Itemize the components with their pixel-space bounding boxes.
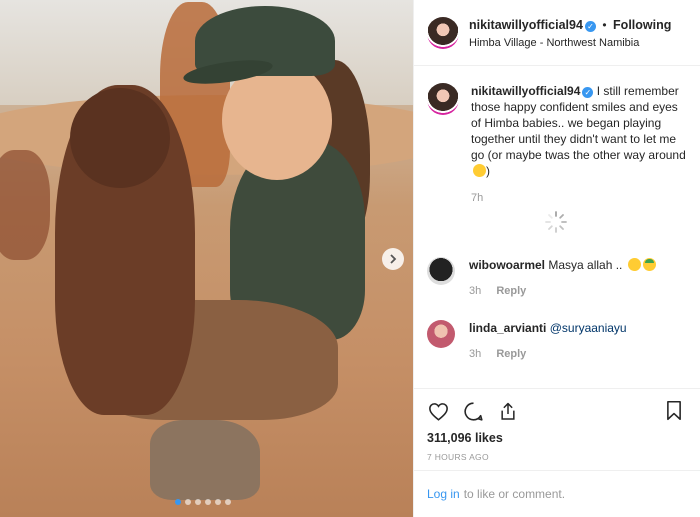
post-time-ago: 7 HOURS AGO bbox=[427, 452, 489, 462]
carousel-dot bbox=[225, 499, 231, 505]
sweat-smile-emoji bbox=[473, 164, 486, 177]
photo-boot bbox=[150, 420, 260, 500]
verified-badge-icon: ✓ bbox=[584, 21, 596, 32]
heart-icon bbox=[428, 402, 448, 421]
bookmark-icon bbox=[667, 400, 681, 421]
like-button[interactable] bbox=[427, 400, 449, 422]
loading-spinner-icon bbox=[545, 211, 567, 233]
carousel-dots bbox=[175, 499, 231, 505]
verified-badge-icon: ✓ bbox=[582, 87, 594, 98]
author-avatar[interactable] bbox=[427, 16, 459, 49]
login-prompt-text: to like or comment. bbox=[463, 487, 566, 501]
caption-username[interactable]: nikitawillyofficial94 bbox=[471, 84, 580, 98]
commenter-username[interactable]: linda_arvianti bbox=[469, 321, 546, 335]
photo-child-head bbox=[70, 88, 170, 188]
post-caption: nikitawillyofficial94 ✓ I still remember … bbox=[427, 83, 686, 179]
reply-button[interactable]: Reply bbox=[496, 285, 526, 297]
smile-with-cap-emoji bbox=[642, 258, 656, 271]
commenter-avatar[interactable] bbox=[427, 257, 455, 285]
caption-author-avatar[interactable] bbox=[427, 83, 459, 115]
carousel-dot bbox=[215, 499, 221, 505]
commenter-username[interactable]: wibowoarmel bbox=[469, 258, 545, 272]
comment-button[interactable] bbox=[462, 400, 484, 422]
carousel-next-button[interactable] bbox=[382, 248, 404, 270]
carousel-dot bbox=[195, 499, 201, 505]
reply-button[interactable]: Reply bbox=[496, 348, 526, 360]
chevron-right-icon bbox=[390, 254, 397, 264]
share-button[interactable] bbox=[497, 400, 519, 422]
author-username[interactable]: nikitawillyofficial94 bbox=[469, 18, 583, 32]
kiss-emoji bbox=[627, 258, 641, 271]
post-photo[interactable] bbox=[0, 0, 413, 517]
separator-dot: • bbox=[602, 18, 607, 32]
comments-section: nikitawillyofficial94 ✓ I still remember … bbox=[414, 67, 700, 387]
comment-item: wibowoarmel Masya allah .. 3h Reply bbox=[427, 257, 656, 297]
caption-timestamp: 7h bbox=[471, 192, 484, 204]
likes-count[interactable]: 311,096 likes bbox=[427, 431, 503, 445]
post-actions: 311,096 likes 7 HOURS AGO bbox=[414, 388, 700, 468]
carousel-dot bbox=[185, 499, 191, 505]
photo-background-person-left bbox=[0, 150, 50, 260]
follow-status-button[interactable]: Following bbox=[613, 18, 671, 32]
carousel-dot bbox=[205, 499, 211, 505]
comment-timestamp: 3h bbox=[469, 285, 482, 297]
comment-icon bbox=[463, 401, 483, 421]
commenter-avatar[interactable] bbox=[427, 320, 455, 348]
caption-close-paren: ) bbox=[486, 164, 490, 178]
login-prompt: Log in to like or comment. bbox=[414, 470, 700, 517]
post-location[interactable]: Himba Village - Northwest Namibia bbox=[469, 37, 671, 49]
comment-text: Masya allah .. bbox=[548, 258, 623, 272]
comment-item: linda_arvianti @suryaaniayu 3h Reply bbox=[427, 320, 627, 360]
post-header: nikitawillyofficial94 ✓ • Following Himba… bbox=[414, 0, 700, 66]
post-side-panel: nikitawillyofficial94 ✓ • Following Himba… bbox=[413, 0, 700, 517]
comment-mention-link[interactable]: @suryaaniayu bbox=[550, 321, 627, 335]
share-icon bbox=[501, 402, 515, 420]
carousel-dot bbox=[175, 499, 181, 505]
login-link[interactable]: Log in bbox=[427, 487, 460, 501]
save-button[interactable] bbox=[665, 400, 687, 422]
comment-timestamp: 3h bbox=[469, 348, 482, 360]
